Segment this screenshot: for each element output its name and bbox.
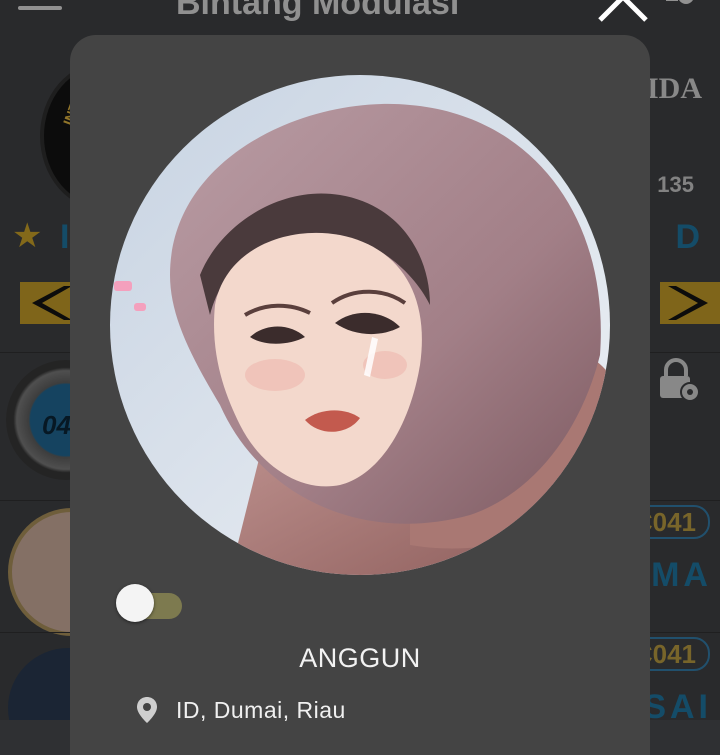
profile-name: ANGGUN (299, 643, 421, 673)
location-text: ID, Dumai, Riau (176, 696, 346, 723)
profile-dialog: ANGGUN ID, Dumai, Riau (70, 35, 650, 755)
profile-location: ID, Dumai, Riau (136, 695, 346, 725)
profile-photo (110, 75, 610, 575)
close-icon[interactable] (596, 0, 652, 24)
profile-avatar[interactable] (110, 75, 610, 575)
toggle-knob (116, 584, 154, 622)
visibility-toggle[interactable] (116, 584, 182, 622)
